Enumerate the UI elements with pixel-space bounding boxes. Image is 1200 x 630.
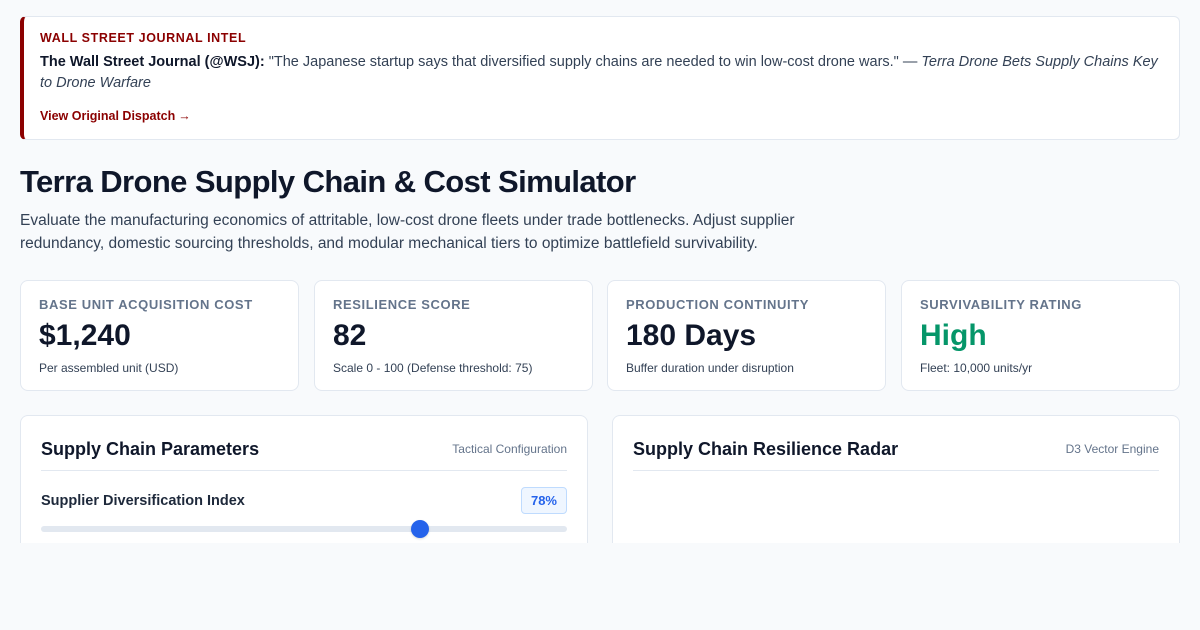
kpi-value: High <box>920 319 987 352</box>
kpi-label: RESILIENCE SCORE <box>333 297 471 312</box>
kpi-subtext: Scale 0 - 100 (Defense threshold: 75) <box>333 361 533 375</box>
kpi-card-resilience-score: RESILIENCE SCORE 82 Scale 0 - 100 (Defen… <box>314 280 593 391</box>
view-original-dispatch-link[interactable]: View Original Dispatch → <box>40 109 191 123</box>
dispatch-source: The Wall Street Journal (@WSJ): <box>40 54 265 70</box>
kpi-value: 82 <box>333 319 367 352</box>
kpi-value: $1,240 <box>39 319 131 352</box>
kpi-label: SURVIVABILITY RATING <box>920 297 1082 312</box>
param-row-diversification: Supplier Diversification Index 78% <box>41 487 567 514</box>
kpi-subtext: Per assembled unit (USD) <box>39 361 179 375</box>
slider-thumb[interactable] <box>410 520 429 538</box>
kpi-label: PRODUCTION CONTINUITY <box>626 297 810 312</box>
kpi-card-production-continuity: PRODUCTION CONTINUITY 180 Days Buffer du… <box>607 280 886 391</box>
kpi-card-unit-cost: BASE UNIT ACQUISITION COST $1,240 Per as… <box>20 280 299 391</box>
panel-title: Supply Chain Parameters <box>41 438 260 459</box>
page-description: Evaluate the manufacturing economics of … <box>20 212 795 252</box>
param-label: Supplier Diversification Index <box>41 492 245 509</box>
supply-chain-parameters-panel: Supply Chain Parameters Tactical Configu… <box>20 415 588 543</box>
panel-tag: D3 Vector Engine <box>1065 442 1159 456</box>
arrow-right-icon: → <box>178 109 191 123</box>
news-dispatch-card: WALL STREET JOURNAL INTEL The Wall Stree… <box>20 16 1180 140</box>
kpi-label: BASE UNIT ACQUISITION COST <box>39 297 253 312</box>
dispatch-quote: "The Japanese startup says that diversif… <box>268 54 918 70</box>
page-title: Terra Drone Supply Chain & Cost Simulato… <box>20 164 636 199</box>
kpi-card-survivability-rating: SURVIVABILITY RATING High Fleet: 10,000 … <box>901 280 1180 391</box>
diversification-slider[interactable] <box>41 520 567 538</box>
kpi-subtext: Buffer duration under disruption <box>626 361 794 375</box>
panel-header: Supply Chain Parameters Tactical Configu… <box>41 438 567 471</box>
kpi-value: 180 Days <box>626 319 757 352</box>
dispatch-kicker: WALL STREET JOURNAL INTEL <box>40 31 247 45</box>
dispatch-body: The Wall Street Journal (@WSJ): "The Jap… <box>40 52 1163 94</box>
kpi-subtext: Fleet: 10,000 units/yr <box>920 361 1033 375</box>
panel-header: Supply Chain Resilience Radar D3 Vector … <box>633 438 1159 471</box>
param-value-badge: 78% <box>520 487 567 514</box>
dispatch-link-label: View Original Dispatch <box>40 109 176 123</box>
resilience-radar-panel: Supply Chain Resilience Radar D3 Vector … <box>612 415 1180 543</box>
panel-title: Supply Chain Resilience Radar <box>633 438 899 459</box>
panel-tag: Tactical Configuration <box>452 442 567 456</box>
